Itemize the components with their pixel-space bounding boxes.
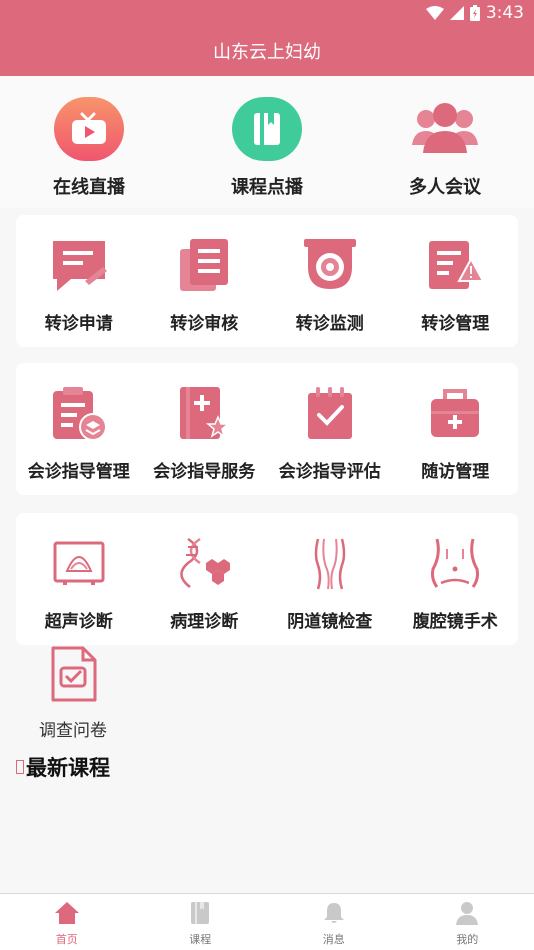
ultrasound-label: 超声诊断 — [44, 612, 113, 632]
diagnosis-card: 超声诊断 病理诊断 阴道镜检查 腹腔镜手术 — [16, 513, 518, 645]
consult-evaluate-icon — [300, 383, 360, 443]
colposcopy[interactable]: 阴道镜检查 — [267, 513, 393, 645]
latest-courses-title: 最新课程 — [26, 756, 110, 780]
tab-message[interactable]: 消息 — [267, 894, 401, 950]
colposcopy-icon — [300, 533, 360, 593]
tab-course-label: 课程 — [189, 933, 212, 946]
consult-service[interactable]: 会诊指导服务 — [142, 363, 268, 495]
clock-time: 3:43 — [485, 3, 524, 23]
laparoscopy-label: 腹腔镜手术 — [412, 612, 498, 632]
followup[interactable]: 随访管理 — [393, 363, 519, 495]
referral-review[interactable]: 转诊审核 — [142, 215, 268, 347]
tab-bar: 首页 课程 消息 我的 — [0, 893, 534, 950]
tab-mine[interactable]: 我的 — [401, 894, 534, 950]
referral-apply-icon — [49, 235, 109, 295]
referral-apply-label: 转诊申请 — [44, 314, 113, 334]
colposcopy-label: 阴道镜检查 — [287, 612, 373, 632]
tv-icon — [54, 97, 124, 161]
referral-monitor-label: 转诊监测 — [295, 314, 364, 334]
laparoscopy-icon — [425, 533, 485, 593]
consult-evaluate[interactable]: 会诊指导评估 — [267, 363, 393, 495]
signal-icon — [449, 6, 464, 20]
consult-card: 会诊指导管理 会诊指导服务 会诊指导评估 随访管理 — [16, 363, 518, 495]
status-bar: 3:43 — [0, 0, 534, 26]
survey-label: 调查问卷 — [39, 721, 107, 741]
referral-monitor[interactable]: 转诊监测 — [267, 215, 393, 347]
followup-label: 随访管理 — [421, 462, 490, 482]
referral-apply[interactable]: 转诊申请 — [16, 215, 142, 347]
battery-icon — [469, 5, 480, 21]
tab-mine-label: 我的 — [456, 933, 479, 946]
feature-meeting[interactable]: 多人会议 — [356, 76, 534, 208]
consult-manage[interactable]: 会诊指导管理 — [16, 363, 142, 495]
feature-meeting-label: 多人会议 — [409, 177, 481, 198]
tab-course[interactable]: 课程 — [134, 894, 268, 950]
consult-service-label: 会诊指导服务 — [153, 462, 256, 482]
tab-home[interactable]: 首页 — [0, 894, 134, 950]
consult-manage-label: 会诊指导管理 — [27, 462, 130, 482]
tab-home-label: 首页 — [55, 933, 78, 946]
referral-manage[interactable]: 转诊管理 — [393, 215, 519, 347]
section-marker — [16, 760, 24, 774]
ultrasound[interactable]: 超声诊断 — [16, 513, 142, 645]
consult-service-icon — [174, 383, 234, 443]
group-icon — [409, 97, 481, 161]
home-icon — [54, 901, 80, 929]
pathology-icon — [174, 533, 234, 593]
bell-icon — [322, 901, 346, 929]
feature-live[interactable]: 在线直播 — [0, 76, 178, 208]
user-icon — [455, 901, 479, 929]
course-icon — [188, 901, 212, 929]
feature-vod[interactable]: 课程点播 — [178, 76, 356, 208]
latest-courses-header: 最新课程 — [16, 752, 110, 782]
feature-vod-label: 课程点播 — [231, 177, 303, 198]
laparoscopy[interactable]: 腹腔镜手术 — [393, 513, 519, 645]
consult-manage-icon — [49, 383, 109, 443]
referral-manage-label: 转诊管理 — [421, 314, 490, 334]
feature-live-label: 在线直播 — [53, 177, 125, 198]
referral-review-label: 转诊审核 — [170, 314, 239, 334]
tab-message-label: 消息 — [322, 933, 345, 946]
pathology-label: 病理诊断 — [170, 612, 239, 632]
ultrasound-icon — [49, 533, 109, 593]
referral-monitor-icon — [300, 235, 360, 295]
survey-icon — [49, 646, 97, 706]
top-features: 在线直播 课程点播 多人会议 — [0, 76, 534, 208]
app-title: 山东云上妇幼 — [213, 42, 321, 63]
referral-manage-icon — [425, 235, 485, 295]
consult-evaluate-label: 会诊指导评估 — [278, 462, 381, 482]
survey[interactable]: 调查问卷 — [30, 646, 116, 741]
referral-card: 转诊申请 转诊审核 转诊监测 转诊管理 — [16, 215, 518, 347]
app-bar: 山东云上妇幼 — [0, 26, 534, 76]
referral-review-icon — [174, 235, 234, 295]
followup-icon — [425, 383, 485, 443]
wifi-icon — [425, 6, 444, 20]
book-icon — [232, 97, 302, 161]
pathology[interactable]: 病理诊断 — [142, 513, 268, 645]
